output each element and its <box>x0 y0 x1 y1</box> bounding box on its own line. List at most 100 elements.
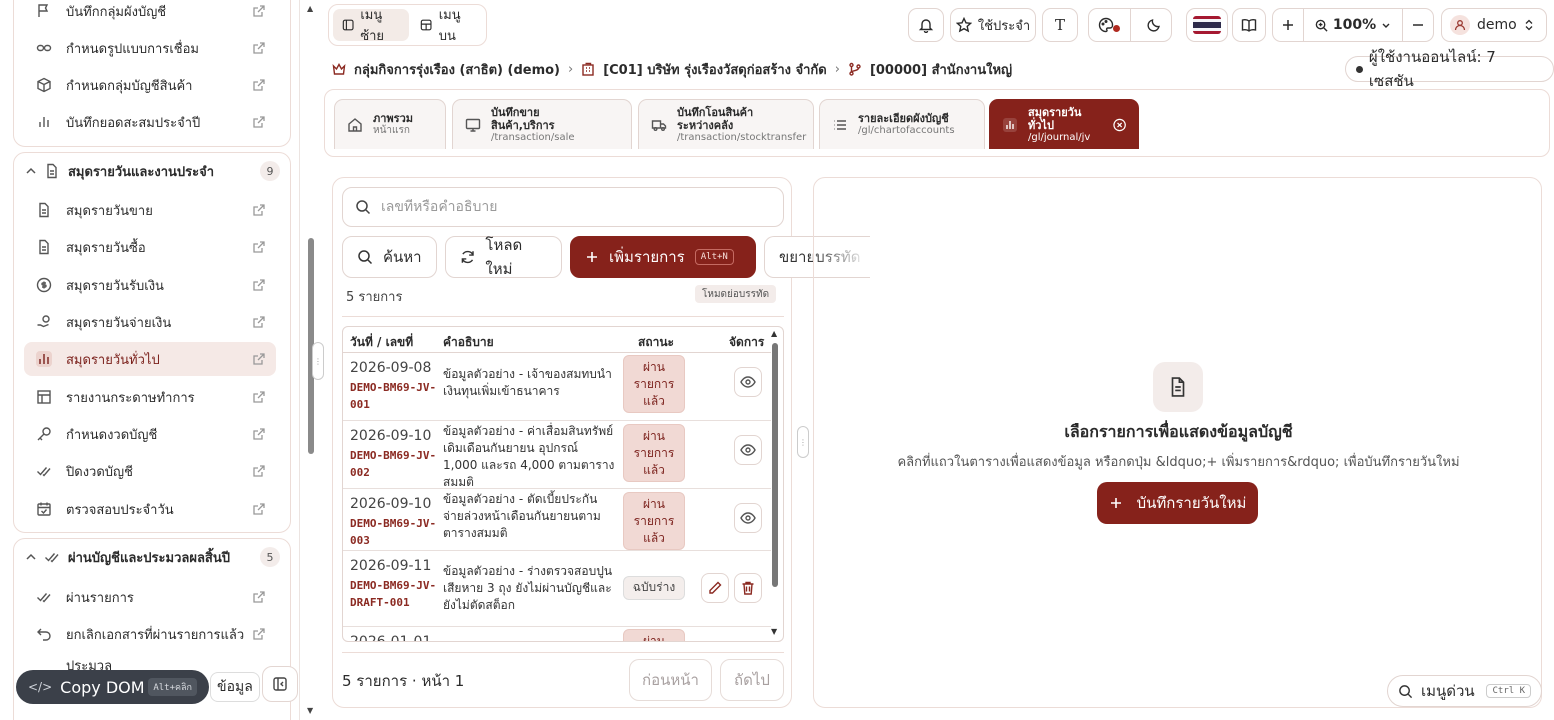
tab-overview[interactable]: ภาพรวม หน้าแรก <box>334 99 446 149</box>
favorites-button[interactable]: ใช้ประจำ <box>950 8 1036 42</box>
document-icon <box>1171 377 1185 397</box>
tab-stock-transfer[interactable]: บันทึกโอนสินค้า ระหว่างคลัง/transaction/s… <box>638 99 814 149</box>
scroll-down-icon[interactable]: ▼ <box>307 706 313 715</box>
menu-left-button[interactable]: เมนูซ้าย <box>333 8 410 44</box>
font-size-button[interactable]: T <box>1042 8 1078 42</box>
panel-resize-handle[interactable]: ⋮ <box>797 426 809 458</box>
sidebar-item-purchase-journal[interactable]: สมุดรายวันซื้อ <box>24 230 276 264</box>
sidebar-item-daily-check[interactable]: ตรวจสอบประจำวัน <box>24 492 276 526</box>
tab-sale[interactable]: บันทึกขาย สินค้า,บริการ/transaction/sale <box>452 99 632 149</box>
user-menu-button[interactable]: demo <box>1441 8 1547 42</box>
new-journal-button[interactable]: บันทึกรายวันใหม่ <box>1097 482 1258 524</box>
copy-dom-button[interactable]: </> Copy DOM Alt+คลิก <box>16 670 209 704</box>
delete-button[interactable] <box>734 573 762 603</box>
sidebar-item-close-period[interactable]: ปิดงวดบัญชี <box>24 454 276 488</box>
table-row[interactable]: 2026-09-10 DEMO-BM69-JV-002 ข้อมูลตัวอย่… <box>343 421 771 489</box>
table-row[interactable]: 2026-09-10 DEMO-BM69-JV-003 ข้อมูลตัวอย่… <box>343 489 771 551</box>
zoom-level-dropdown[interactable]: 100% <box>1304 8 1402 42</box>
reload-button[interactable]: โหลดใหม่ <box>445 236 562 278</box>
external-link-icon <box>253 116 265 128</box>
sidebar-item-set-period[interactable]: กำหนดงวดบัญชี <box>24 417 276 451</box>
menu-mode-toggle: เมนูซ้าย เมนูบน <box>328 4 487 46</box>
language-button[interactable] <box>1186 8 1228 42</box>
sidebar-group-header[interactable]: สมุดรายวันและงานประจำ 9 <box>14 153 290 189</box>
hand-coin-icon <box>37 315 50 328</box>
add-entry-button[interactable]: เพิ่มรายการ Alt+N <box>570 236 756 278</box>
external-link-icon <box>253 353 265 365</box>
result-count: 5 รายการ <box>346 290 403 305</box>
scroll-up-icon[interactable]: ▲ <box>307 4 313 13</box>
sidebar-group-header[interactable]: ผ่านบัญชีและประมวลผลสิ้นปี 5 <box>14 539 290 575</box>
collapse-sidebar-button[interactable] <box>262 666 298 702</box>
sidebar-item-unpost[interactable]: ยกเลิกเอกสารที่ผ่านรายการแล้ว <box>24 617 276 651</box>
table-scrollbar[interactable]: ▲ ▼ <box>769 327 781 641</box>
bell-icon <box>918 19 934 33</box>
bar-chart-icon <box>1003 117 1017 132</box>
table-row[interactable]: 2026-01-01 ผ่าน <box>343 627 771 641</box>
table-row[interactable]: 2026-09-08 DEMO-BM69-JV-001 ข้อมูลตัวอย่… <box>343 353 771 421</box>
sidebar-item-general-journal[interactable]: สมุดรายวันทั่วไป <box>24 342 276 376</box>
menu-top-button[interactable]: เมนูบน <box>411 8 482 44</box>
col-actions: จัดการ <box>729 335 765 349</box>
sidebar-item-sales-journal[interactable]: สมุดรายวันขาย <box>24 193 276 227</box>
status-badge: ผ่านรายการแล้ว <box>623 492 685 550</box>
search-button[interactable]: ค้นหา <box>342 236 437 278</box>
sidebar-item-account-group[interactable]: บันทึกกลุ่มผังบัญชี <box>24 0 276 28</box>
eye-icon <box>740 444 756 456</box>
zoom-in-button[interactable] <box>1273 8 1303 42</box>
view-button[interactable] <box>734 435 762 465</box>
search-input[interactable] <box>381 199 771 215</box>
breadcrumb-branch[interactable]: [00000] สำนักงานใหญ่ <box>870 59 1012 80</box>
scroll-up-icon[interactable]: ▲ <box>771 329 777 338</box>
edit-button[interactable] <box>701 573 729 603</box>
flag-icon <box>38 4 49 17</box>
scroll-thumb[interactable] <box>772 343 778 587</box>
scroll-down-icon[interactable]: ▼ <box>771 627 777 636</box>
sidebar-item-link-format[interactable]: กำหนดรูปแบบการเชื่อม <box>24 31 276 65</box>
thai-flag-icon <box>1193 16 1221 34</box>
notifications-button[interactable] <box>908 8 944 42</box>
status-badge: ฉบับร่าง <box>623 576 685 600</box>
external-link-icon <box>253 591 265 603</box>
document-icon <box>39 202 49 218</box>
link-icon <box>36 44 52 52</box>
external-link-icon <box>253 465 265 477</box>
sidebar-item-receipt-journal[interactable]: สมุดรายวันรับเงิน <box>24 268 276 302</box>
palette-icon <box>1099 17 1114 33</box>
tab-general-journal[interactable]: สมุดรายวันทั่วไป/gl/journal/jv <box>989 99 1139 149</box>
sidebar-item-yearly-balance[interactable]: บันทึกยอดสะสมประจำปี <box>24 105 276 139</box>
double-check-icon <box>37 467 51 477</box>
dark-mode-button[interactable] <box>1136 17 1171 33</box>
view-button[interactable] <box>734 367 762 397</box>
zoom-out-button[interactable] <box>1403 8 1433 42</box>
pencil-icon <box>709 581 722 594</box>
quick-menu-button[interactable]: เมนูด่วน Ctrl K <box>1387 675 1542 707</box>
manual-button[interactable] <box>1232 8 1266 42</box>
double-check-icon <box>37 593 51 603</box>
chevron-up-icon <box>26 167 36 174</box>
trash-icon <box>742 581 754 595</box>
search-icon <box>358 250 373 265</box>
sidebar-item-payment-journal[interactable]: สมุดรายวันจ่ายเงิน <box>24 305 276 339</box>
sidebar-fragment-button[interactable]: ข้อมูล <box>210 672 260 702</box>
search-icon <box>356 200 371 215</box>
prev-page-button[interactable]: ก่อนหน้า <box>629 659 712 701</box>
sidebar-resize-handle[interactable]: ⋮ <box>312 342 324 380</box>
close-tab-icon[interactable] <box>1113 118 1126 132</box>
breadcrumb-company[interactable]: [C01] บริษัท รุ่งเรืองวัสดุก่อสร้าง จำกั… <box>603 59 827 80</box>
next-page-button[interactable]: ถัดไป <box>720 659 784 701</box>
count-badge: 5 <box>260 547 280 567</box>
sidebar-item-product-account-group[interactable]: กำหนดกลุ่มบัญชีสินค้า <box>24 68 276 102</box>
sidebar-item-worksheet[interactable]: รายงานกระดาษทำการ <box>24 380 276 414</box>
tab-chart-of-accounts[interactable]: รายละเอียดผังบัญชี/gl/chartofaccounts <box>819 99 985 149</box>
list-icon <box>834 119 846 130</box>
sidebar-item-post[interactable]: ผ่านรายการ <box>24 580 276 614</box>
compact-mode-badge[interactable]: โหมดย่อบรรทัด <box>695 285 777 303</box>
palette-button[interactable] <box>1089 17 1124 33</box>
code-icon: </> <box>28 680 53 694</box>
chevron-down-icon <box>1382 23 1390 28</box>
table-row[interactable]: 2026-09-11 DEMO-BM69-JV-DRAFT-001 ข้อมูล… <box>343 551 771 627</box>
breadcrumb-group[interactable]: กลุ่มกิจการรุ่งเรือง (สาธิต) (demo) <box>354 59 560 80</box>
sidebar-icon <box>342 19 354 31</box>
view-button[interactable] <box>734 503 762 533</box>
